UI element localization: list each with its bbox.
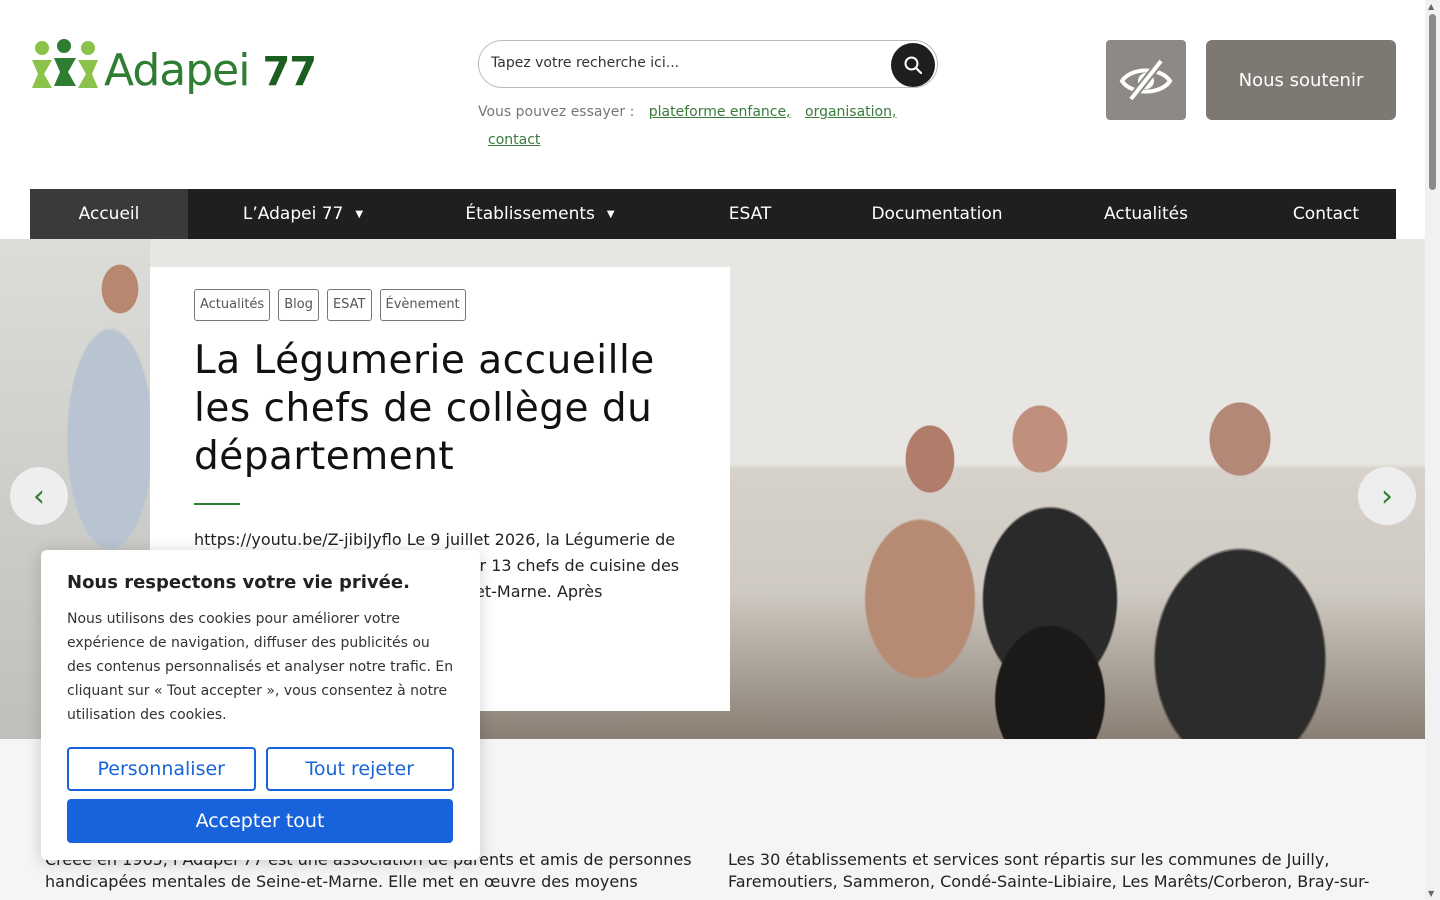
cookie-button-row: Personnaliser Tout rejeter — [67, 747, 454, 791]
search-icon — [904, 56, 922, 74]
main-nav: Accueil L’Adapei 77 ▼ Établissements ▼ E… — [30, 189, 1396, 239]
cookie-reject-button[interactable]: Tout rejeter — [265, 747, 454, 791]
cookie-accept-button[interactable]: Accepter tout — [67, 799, 453, 843]
nav-label: Documentation — [871, 204, 1003, 224]
nav-item-accueil[interactable]: Accueil — [30, 189, 188, 239]
cookie-customize-button[interactable]: Personnaliser — [67, 747, 256, 791]
suggestion-link-contact[interactable]: contact — [488, 132, 540, 148]
intro-right-text: Les 30 établissements et services sont r… — [728, 850, 1370, 891]
search-box — [478, 40, 938, 88]
nav-label: Contact — [1292, 204, 1360, 224]
nav-item-contact[interactable]: Contact — [1256, 189, 1396, 239]
page-scrollbar[interactable]: ▲ ▼ — [1425, 0, 1440, 900]
scroll-up-icon[interactable]: ▲ — [1428, 2, 1434, 11]
logo-text: Adapei — [104, 44, 250, 96]
eye-slash-icon — [1119, 58, 1173, 102]
nav-label: Accueil — [78, 204, 140, 224]
accessibility-button[interactable] — [1106, 40, 1186, 120]
suggestion-link-plateforme-enfance[interactable]: plateforme enfance, — [649, 104, 791, 120]
logo-wordmark: Adapei 77 — [104, 44, 317, 96]
people-logo-icon — [30, 38, 100, 98]
nav-label: L’Adapei 77 — [242, 204, 344, 224]
tag-blog[interactable]: Blog — [278, 289, 319, 321]
search-input[interactable] — [491, 55, 871, 71]
support-button[interactable]: Nous soutenir — [1206, 40, 1396, 120]
tag-actualites[interactable]: Actualités — [194, 289, 271, 321]
nav-label: Actualités — [1104, 204, 1188, 224]
scrollbar-thumb[interactable] — [1429, 14, 1436, 190]
nav-item-documentation[interactable]: Documentation — [838, 189, 1036, 239]
caret-down-icon: ▼ — [606, 208, 615, 220]
chevron-right-icon: › — [1381, 478, 1393, 514]
logo-number: 77 — [262, 48, 317, 95]
hero-divider — [194, 503, 240, 505]
tag-esat[interactable]: ESAT — [326, 289, 372, 321]
cookie-banner: Nous respectons votre vie privée. Nous u… — [41, 550, 480, 860]
nav-label: ESAT — [728, 204, 772, 224]
nav-item-actualites[interactable]: Actualités — [1036, 189, 1256, 239]
cookie-text: Nous utilisons des cookies pour améliore… — [67, 611, 454, 723]
tag-evenement[interactable]: Évènement — [379, 289, 466, 321]
suggestions-prefix: Vous pouvez essayer : — [478, 104, 635, 120]
tag-list: Actualités Blog ESAT Évènement — [194, 289, 686, 321]
slider-prev-button[interactable]: ‹ — [10, 467, 68, 525]
caret-down-icon: ▼ — [355, 208, 364, 220]
site-logo[interactable]: Adapei 77 — [30, 38, 317, 98]
nav-item-adapei77[interactable]: L’Adapei 77 ▼ — [188, 189, 418, 239]
nav-label: Établissements — [465, 204, 595, 224]
nav-item-esat[interactable]: ESAT — [662, 189, 838, 239]
cookie-title: Nous respectons votre vie privée. — [67, 572, 410, 593]
suggestion-link-organisation[interactable]: organisation, — [805, 104, 896, 120]
slider-next-button[interactable]: › — [1358, 467, 1416, 525]
chevron-left-icon: ‹ — [33, 478, 45, 514]
nav-item-etablissements[interactable]: Établissements ▼ — [418, 189, 662, 239]
search-button[interactable] — [891, 43, 935, 87]
hero-title[interactable]: La Légumerie accueille les chefs de coll… — [194, 337, 686, 481]
search-suggestions: Vous pouvez essayer : plateforme enfance… — [478, 98, 918, 154]
scroll-down-icon[interactable]: ▼ — [1428, 889, 1434, 898]
